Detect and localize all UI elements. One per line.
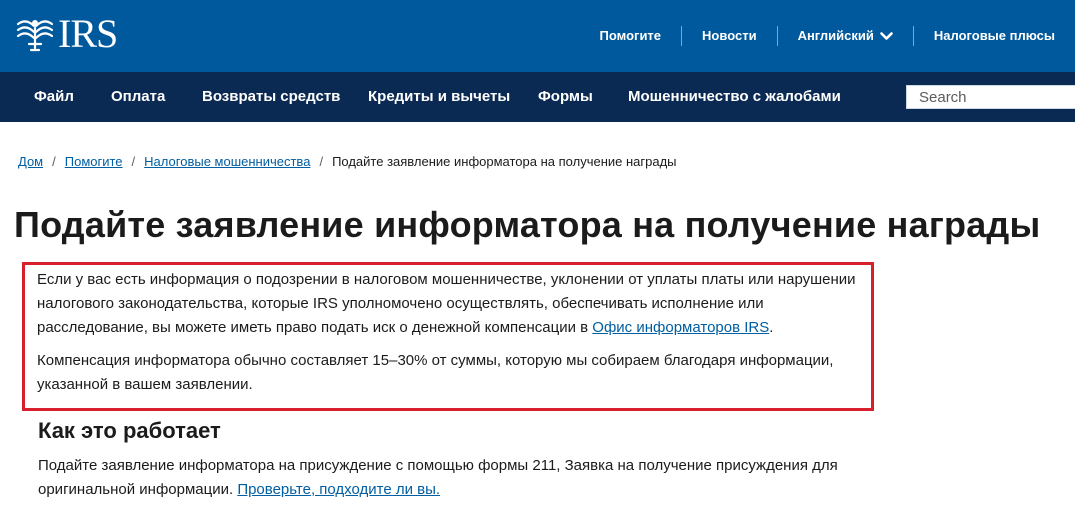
nav-credits-deductions[interactable]: Кредиты и вычеты: [368, 72, 510, 122]
breadcrumb-tax-scams[interactable]: Налоговые мошенничества: [144, 154, 310, 169]
chevron-down-icon: [880, 31, 893, 40]
breadcrumb-help[interactable]: Помогите: [65, 154, 123, 169]
search-box: [906, 85, 1075, 109]
intro-paragraph-1: Если у вас есть информация о подозрении …: [37, 268, 869, 340]
page-title: Подайте заявление информатора на получен…: [14, 204, 1041, 245]
nav-refunds[interactable]: Возвраты средств: [202, 72, 340, 122]
nav-forms[interactable]: Формы: [538, 72, 593, 122]
language-label: Английский: [797, 28, 874, 43]
breadcrumb-separator: /: [131, 154, 136, 169]
breadcrumb-separator: /: [52, 154, 56, 169]
language-selector[interactable]: Английский: [776, 26, 913, 46]
logo-text: IRS: [58, 11, 118, 56]
search-input[interactable]: [907, 86, 1075, 108]
intro-p1-end: .: [769, 319, 774, 336]
nav-file[interactable]: Файл: [34, 72, 74, 122]
nav-fraud-complaints[interactable]: Мошенничество с жалобами: [628, 72, 841, 122]
whistleblower-office-link[interactable]: Офис информаторов IRS: [592, 319, 769, 336]
top-header: IRS Помогите Новости Английский Налоговы…: [0, 0, 1075, 72]
intro-paragraph-2: Компенсация информатора обычно составляе…: [37, 352, 834, 393]
breadcrumb-home[interactable]: Дом: [18, 154, 43, 169]
irs-logo[interactable]: IRS: [14, 11, 118, 56]
util-news-label: Новости: [702, 28, 757, 43]
util-tax-pros-link[interactable]: Налоговые плюсы: [912, 26, 1075, 46]
breadcrumb-separator: /: [319, 154, 324, 169]
eagle-icon: [16, 20, 54, 52]
how-it-works-heading: Как это работает: [38, 418, 221, 443]
breadcrumb-current: Подайте заявление информатора на получен…: [332, 154, 677, 169]
check-eligibility-link[interactable]: Проверьте, подходите ли вы.: [237, 481, 440, 498]
util-news-link[interactable]: Новости: [681, 26, 777, 46]
utility-nav: Помогите Новости Английский Налоговые пл…: [580, 0, 1075, 72]
util-help-label: Помогите: [599, 28, 662, 43]
how-it-works-paragraph: Подайте заявление информатора на присужд…: [38, 454, 878, 502]
nav-pay[interactable]: Оплата: [111, 72, 165, 122]
util-tax-pros-label: Налоговые плюсы: [933, 28, 1055, 43]
breadcrumb: Дом / Помогите / Налоговые мошенничества…: [18, 154, 677, 169]
util-help-link[interactable]: Помогите: [580, 26, 682, 46]
